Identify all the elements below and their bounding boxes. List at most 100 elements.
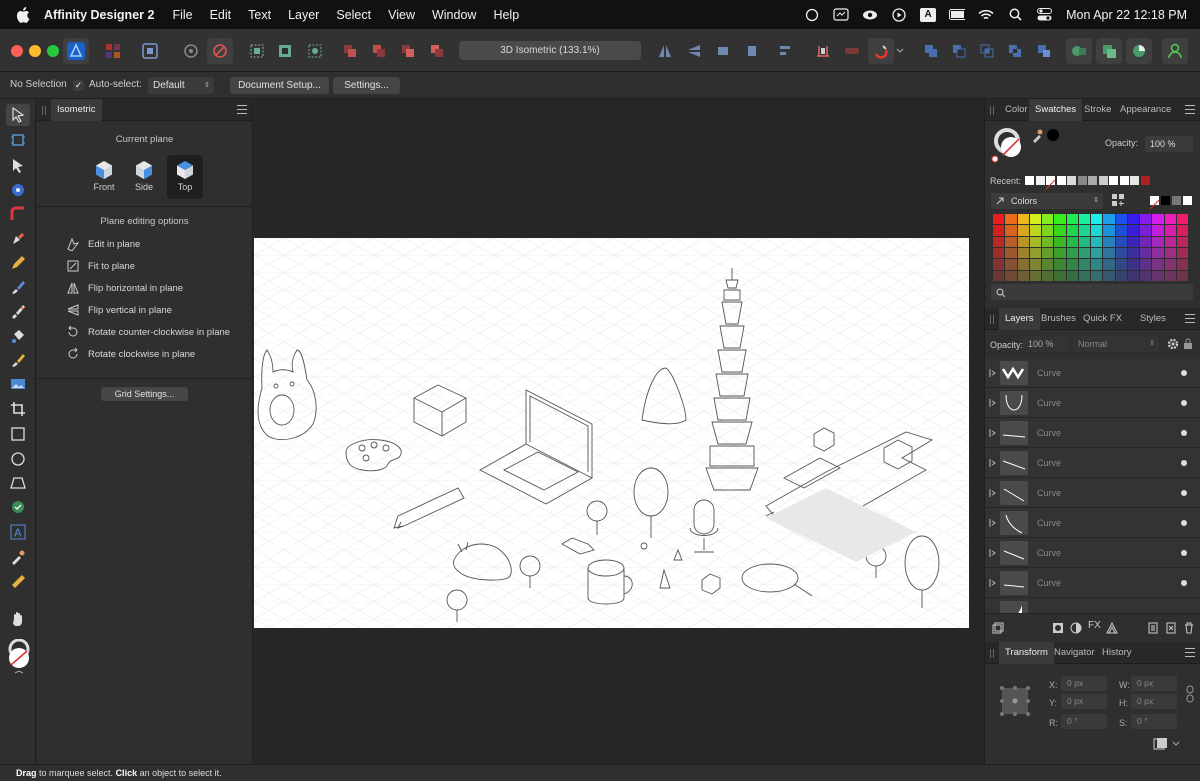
palette-swatch[interactable] bbox=[1152, 270, 1164, 281]
layer-row[interactable]: Curve bbox=[985, 388, 1200, 418]
palette-swatch[interactable] bbox=[1176, 225, 1188, 236]
w-field[interactable]: 0 px bbox=[1131, 676, 1177, 691]
palette-swatch[interactable] bbox=[1176, 248, 1188, 259]
palette-swatch[interactable] bbox=[1091, 270, 1103, 281]
vector-brush-tool-icon[interactable] bbox=[6, 276, 30, 298]
circle-status-icon[interactable] bbox=[804, 8, 820, 22]
palette-swatch[interactable] bbox=[1140, 214, 1152, 225]
expand-layer-icon[interactable] bbox=[989, 397, 997, 409]
document-setup-button[interactable]: Document Setup... bbox=[230, 77, 329, 94]
palette-swatch[interactable] bbox=[1054, 214, 1066, 225]
search-icon[interactable] bbox=[1007, 8, 1023, 22]
align-icon[interactable] bbox=[773, 38, 799, 64]
panel-menu-icon[interactable] bbox=[237, 105, 247, 114]
panel-grip-icon[interactable] bbox=[990, 649, 994, 658]
palette-swatch[interactable] bbox=[1127, 259, 1139, 270]
eyedropper-tool-icon[interactable] bbox=[6, 546, 30, 568]
palette-swatch[interactable] bbox=[993, 270, 1005, 281]
artboard-tool-icon[interactable] bbox=[6, 129, 30, 151]
color-picker-icon[interactable] bbox=[1126, 38, 1152, 64]
palette-swatch[interactable] bbox=[1029, 214, 1041, 225]
menu-layer[interactable]: Layer bbox=[288, 8, 319, 22]
palette-swatch[interactable] bbox=[1115, 248, 1127, 259]
boolean-subtract-icon[interactable] bbox=[946, 38, 972, 64]
menu-edit[interactable]: Edit bbox=[210, 8, 232, 22]
palette-swatch[interactable] bbox=[1042, 248, 1054, 259]
palette-swatch[interactable] bbox=[1078, 214, 1090, 225]
export-persona-icon[interactable] bbox=[137, 38, 163, 64]
menu-help[interactable]: Help bbox=[493, 8, 519, 22]
layer-visibility-icon[interactable] bbox=[1181, 400, 1187, 406]
menu-clock[interactable]: Mon Apr 22 12:18 PM bbox=[1066, 8, 1187, 22]
place-image-icon[interactable] bbox=[6, 373, 30, 395]
palette-swatch[interactable] bbox=[1042, 259, 1054, 270]
palette-swatch[interactable] bbox=[1005, 259, 1017, 270]
layer-row[interactable]: Curve bbox=[985, 508, 1200, 538]
palette-swatch[interactable] bbox=[1029, 248, 1041, 259]
panel-grip-icon[interactable] bbox=[42, 106, 46, 115]
layers-list[interactable]: Curve Curve Curve Curve Curve Curve Curve Curve bbox=[985, 358, 1200, 613]
recent-swatch[interactable] bbox=[1025, 176, 1034, 185]
tab-styles[interactable]: Styles bbox=[1134, 308, 1172, 330]
palette-swatch[interactable] bbox=[1103, 259, 1115, 270]
play-icon[interactable] bbox=[891, 7, 907, 22]
palette-swatch[interactable] bbox=[1127, 270, 1139, 281]
auto-select-dropdown[interactable]: Default ⇕ bbox=[148, 77, 214, 94]
panel-grip-icon[interactable] bbox=[990, 106, 994, 115]
layer-visibility-icon[interactable] bbox=[1181, 460, 1187, 466]
option-rotate-ccw[interactable]: Rotate counter-clockwise in plane bbox=[65, 323, 230, 341]
trapezoid-tool-icon[interactable] bbox=[6, 472, 30, 494]
battery-icon[interactable] bbox=[949, 8, 966, 22]
recent-swatch[interactable] bbox=[1035, 176, 1045, 185]
palette-swatch[interactable] bbox=[1103, 270, 1115, 281]
palette-swatch[interactable] bbox=[1005, 225, 1017, 236]
canvas-area[interactable] bbox=[254, 99, 984, 764]
palette-swatch[interactable] bbox=[1164, 248, 1176, 259]
hand-tool-icon[interactable] bbox=[6, 608, 30, 630]
swatch-none[interactable] bbox=[1149, 196, 1160, 210]
minimize-window-button[interactable] bbox=[29, 45, 41, 57]
palette-swatch[interactable] bbox=[1115, 236, 1127, 247]
expand-layer-icon[interactable] bbox=[989, 427, 997, 439]
palette-swatch[interactable] bbox=[1017, 248, 1029, 259]
palette-swatch[interactable] bbox=[1005, 270, 1017, 281]
tab-navigator[interactable]: Navigator bbox=[1048, 642, 1101, 664]
screen-share-icon[interactable] bbox=[833, 8, 849, 22]
paint-bucket-icon[interactable] bbox=[6, 325, 30, 347]
palette-swatch[interactable] bbox=[1127, 236, 1139, 247]
swatch-search-field[interactable] bbox=[991, 284, 1193, 300]
palette-swatch[interactable] bbox=[1005, 248, 1017, 259]
adjustment-icon[interactable] bbox=[1070, 622, 1082, 634]
palette-swatch[interactable] bbox=[1091, 214, 1103, 225]
wifi-icon[interactable] bbox=[978, 8, 994, 22]
control-center-icon[interactable] bbox=[1036, 8, 1052, 22]
tab-transform[interactable]: Transform bbox=[999, 642, 1054, 664]
palette-swatch[interactable] bbox=[1176, 214, 1188, 225]
palette-swatch[interactable] bbox=[1164, 225, 1176, 236]
magnet-icon[interactable] bbox=[868, 38, 894, 64]
palette-swatch[interactable] bbox=[1152, 259, 1164, 270]
palette-swatch[interactable] bbox=[1176, 236, 1188, 247]
eye-icon[interactable] bbox=[862, 8, 878, 22]
apple-icon[interactable] bbox=[16, 6, 30, 23]
fill-stroke-well[interactable] bbox=[6, 639, 30, 675]
current-color-icon[interactable] bbox=[1047, 129, 1059, 141]
arrange-back-icon[interactable] bbox=[337, 38, 363, 64]
palette-swatch[interactable] bbox=[1115, 270, 1127, 281]
palette-swatch[interactable] bbox=[1054, 270, 1066, 281]
palette-swatch[interactable] bbox=[1005, 236, 1017, 247]
swatch-gray[interactable] bbox=[1172, 196, 1181, 205]
palette-swatch[interactable] bbox=[1017, 225, 1029, 236]
toggle-icon[interactable] bbox=[839, 38, 865, 64]
fill-stroke-swatch-icon[interactable] bbox=[991, 127, 1027, 163]
arrange-backward-icon[interactable] bbox=[366, 38, 392, 64]
grid-settings-button[interactable]: Grid Settings... bbox=[101, 387, 188, 401]
tab-stroke[interactable]: Stroke bbox=[1078, 99, 1117, 121]
palette-swatch[interactable] bbox=[1005, 214, 1017, 225]
tab-history[interactable]: History bbox=[1096, 642, 1138, 664]
recent-swatch[interactable] bbox=[1098, 176, 1108, 185]
node-tool-icon[interactable] bbox=[6, 155, 30, 177]
palette-swatch[interactable] bbox=[1164, 259, 1176, 270]
ellipse-tool-icon[interactable] bbox=[6, 448, 30, 470]
palette-swatch[interactable] bbox=[1017, 214, 1029, 225]
